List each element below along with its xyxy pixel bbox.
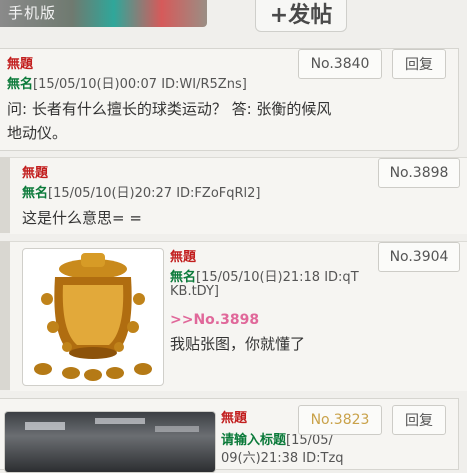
seismograph-image[interactable] <box>22 248 164 386</box>
reply-post: 無題 無名[15/05/10(日)20:27 ID:FZoFqRl2] No.3… <box>10 157 467 234</box>
reply-indent-bar <box>0 157 10 233</box>
poster-name: 请输入标题 <box>221 433 287 448</box>
post-meta-row: 無名[15/05/10(日)20:27 ID:FZoFqRl2] <box>22 182 261 201</box>
post-body-line: 问: 长者有什么擅长的球类运动？ 答: 张衡的候风 <box>7 100 332 118</box>
post-number-button[interactable]: No.3840 <box>298 49 382 79</box>
post-meta: [15/05/10(日)21:18 ID:qT <box>196 270 359 285</box>
post-number-button[interactable]: No.3904 <box>378 242 460 272</box>
post-number-button[interactable]: No.3823 <box>298 405 382 435</box>
post-meta-continued: KB.tDY] <box>170 284 219 299</box>
thread-post: 無題 请输入标题[15/05/ 09(六)21:38 ID:Tzq No.382… <box>0 398 459 473</box>
post-meta-row: 無名[15/05/10(日)00:07 ID:WI/R5Zns] <box>7 73 247 92</box>
post-number-button[interactable]: No.3898 <box>378 158 460 188</box>
poster-name: 無名 <box>170 270 197 285</box>
quote-link[interactable]: >>No.3898 <box>170 312 259 328</box>
reply-post: 無題 無名[15/05/10(日)21:18 ID:qT KB.tDY] No.… <box>10 241 467 391</box>
poster-name: 無名 <box>7 77 34 92</box>
post-body: 我贴张图，你就懂了 <box>170 335 306 353</box>
mobile-version-label[interactable]: 手机版 <box>8 2 56 23</box>
post-subject: 無題 <box>221 411 248 426</box>
post-body: 问: 长者有什么擅长的球类运动？ 答: 张衡的候风 地动仪。 <box>7 97 455 145</box>
reply-button[interactable]: 回复 <box>392 49 446 79</box>
reply-indent-bar <box>0 241 10 390</box>
post-meta-continued: 09(六)21:38 ID:Tzq <box>221 451 344 466</box>
new-post-button[interactable]: +发帖 <box>255 0 347 32</box>
post-meta: [15/05/ <box>286 433 333 448</box>
post-body: 这是什么意思= = <box>22 209 142 227</box>
post-subject: 無題 <box>22 166 49 181</box>
photo-drawing <box>25 418 199 432</box>
post-meta: [15/05/10(日)20:27 ID:FZoFqRl2] <box>48 186 261 201</box>
seismograph-drawing <box>34 253 152 381</box>
post-meta: [15/05/10(日)00:07 ID:WI/R5Zns] <box>33 77 247 92</box>
poster-name: 無名 <box>22 186 49 201</box>
post-subject: 無題 <box>7 57 34 72</box>
reply-button[interactable]: 回复 <box>392 405 446 435</box>
post-meta-row: 無名[15/05/10(日)21:18 ID:qT <box>170 266 359 285</box>
post-subject: 無題 <box>170 250 197 265</box>
post-body-line: 地动仪。 <box>7 124 68 142</box>
thread-post: 無題 無名[15/05/10(日)00:07 ID:WI/R5Zns] No.3… <box>0 48 459 151</box>
